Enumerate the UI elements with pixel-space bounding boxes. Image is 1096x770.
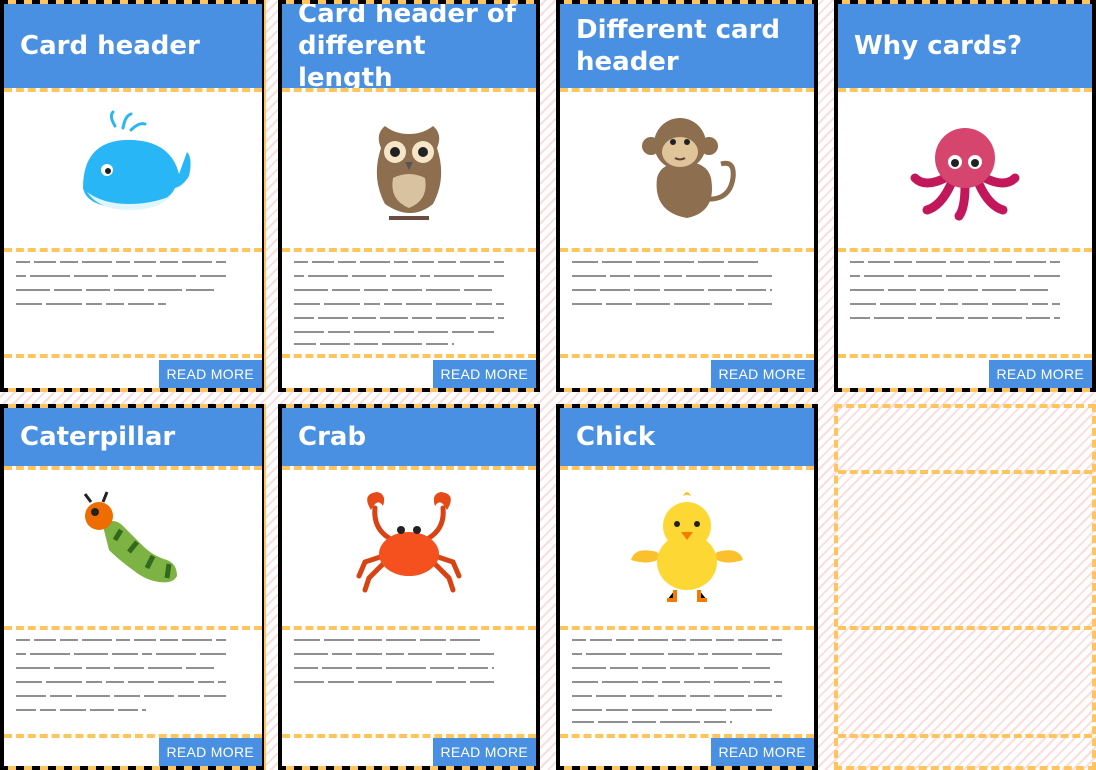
- read-more-button[interactable]: READ MORE: [432, 738, 536, 766]
- monkey-icon: [560, 92, 814, 244]
- card-cell: Caterpillar READ MORE: [0, 404, 266, 770]
- divider: [282, 354, 536, 358]
- divider: [560, 248, 814, 252]
- card: Chick READ MORE: [560, 408, 814, 766]
- octopus-icon: [838, 92, 1092, 244]
- card-header: Card header of different length: [282, 4, 536, 88]
- read-more-button[interactable]: READ MORE: [988, 360, 1092, 388]
- text-scribble: [294, 639, 494, 683]
- read-more-button[interactable]: READ MORE: [710, 360, 814, 388]
- divider: [4, 626, 262, 630]
- card: Crab READ MORE: [282, 408, 536, 766]
- text-scribble: [572, 639, 782, 723]
- card-cell: Different card header READ MORE: [556, 0, 818, 392]
- divider: [838, 470, 1092, 474]
- divider: [560, 626, 814, 630]
- card-header: Why cards?: [838, 4, 1092, 88]
- text-scribble: [294, 261, 504, 345]
- card-cell: Why cards? READ MORE: [834, 0, 1096, 392]
- card-header: Crab: [282, 408, 536, 466]
- card-header: Chick: [560, 408, 814, 466]
- card: Why cards? READ MORE: [838, 4, 1092, 388]
- card-header: Different card header: [560, 4, 814, 88]
- card-cell: Card header READ MORE: [0, 0, 266, 392]
- text-scribble: [572, 261, 772, 305]
- card: Different card header READ MORE: [560, 4, 814, 388]
- read-more-button[interactable]: READ MORE: [710, 738, 814, 766]
- card: Card header of different length READ MOR…: [282, 4, 536, 388]
- card: Caterpillar READ MORE: [4, 408, 262, 766]
- divider: [282, 248, 536, 252]
- divider: [4, 354, 262, 358]
- divider: [4, 248, 262, 252]
- divider: [838, 626, 1092, 630]
- card-header: Card header: [4, 4, 262, 88]
- read-more-button[interactable]: READ MORE: [158, 738, 262, 766]
- divider: [282, 626, 536, 630]
- card-cell: Chick READ MORE: [556, 404, 818, 770]
- caterpillar-icon: [4, 470, 262, 622]
- chick-icon: [560, 470, 814, 622]
- card-cell: Crab READ MORE: [278, 404, 540, 770]
- text-scribble: [850, 261, 1060, 319]
- divider: [838, 248, 1092, 252]
- card-header: Caterpillar: [4, 408, 262, 466]
- divider: [560, 354, 814, 358]
- read-more-button[interactable]: READ MORE: [432, 360, 536, 388]
- read-more-button[interactable]: READ MORE: [158, 360, 262, 388]
- card-cell: Card header of different length READ MOR…: [278, 0, 540, 392]
- crab-icon: [282, 470, 536, 622]
- card: Card header READ MORE: [4, 4, 262, 388]
- divider: [838, 354, 1092, 358]
- text-scribble: [16, 261, 226, 305]
- divider: [838, 734, 1092, 738]
- whale-icon: [4, 92, 262, 244]
- empty-grid-cell: [834, 404, 1096, 770]
- text-scribble: [16, 639, 226, 711]
- owl-icon: [282, 92, 536, 244]
